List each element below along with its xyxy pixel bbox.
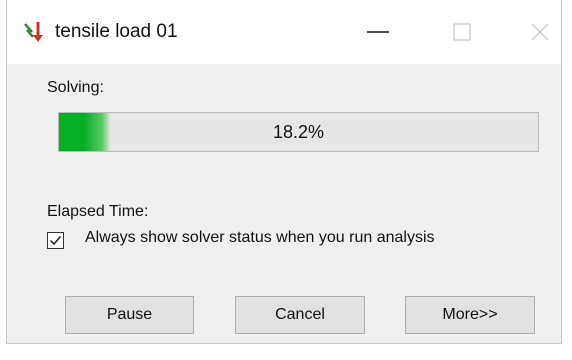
minimize-button[interactable] <box>355 14 401 50</box>
always-show-status-checkbox[interactable] <box>47 232 64 249</box>
close-icon <box>531 23 549 41</box>
maximize-button[interactable] <box>439 14 485 50</box>
elapsed-time-label: Elapsed Time: <box>47 203 149 220</box>
always-show-status-label[interactable]: Always show solver status when you run a… <box>85 229 435 247</box>
title-bar[interactable]: tensile load 01 <box>7 0 561 64</box>
progress-percent: 18.2% <box>272 121 325 142</box>
tensile-load-app-icon <box>24 22 43 42</box>
checkmark-icon <box>49 236 62 246</box>
more-button[interactable]: More>> <box>405 296 535 334</box>
solver-progress-bar: 18.2% <box>58 112 539 152</box>
maximize-icon <box>453 23 471 41</box>
cancel-button[interactable]: Cancel <box>235 296 365 334</box>
solving-label: Solving: <box>47 79 104 96</box>
pause-button[interactable]: Pause <box>65 296 194 334</box>
solver-status-dialog: tensile load 01 Solving: 18.2% Elapsed T… <box>6 0 562 344</box>
window-title: tensile load 01 <box>55 21 178 42</box>
close-button[interactable] <box>517 14 563 50</box>
minimize-icon <box>367 31 389 33</box>
